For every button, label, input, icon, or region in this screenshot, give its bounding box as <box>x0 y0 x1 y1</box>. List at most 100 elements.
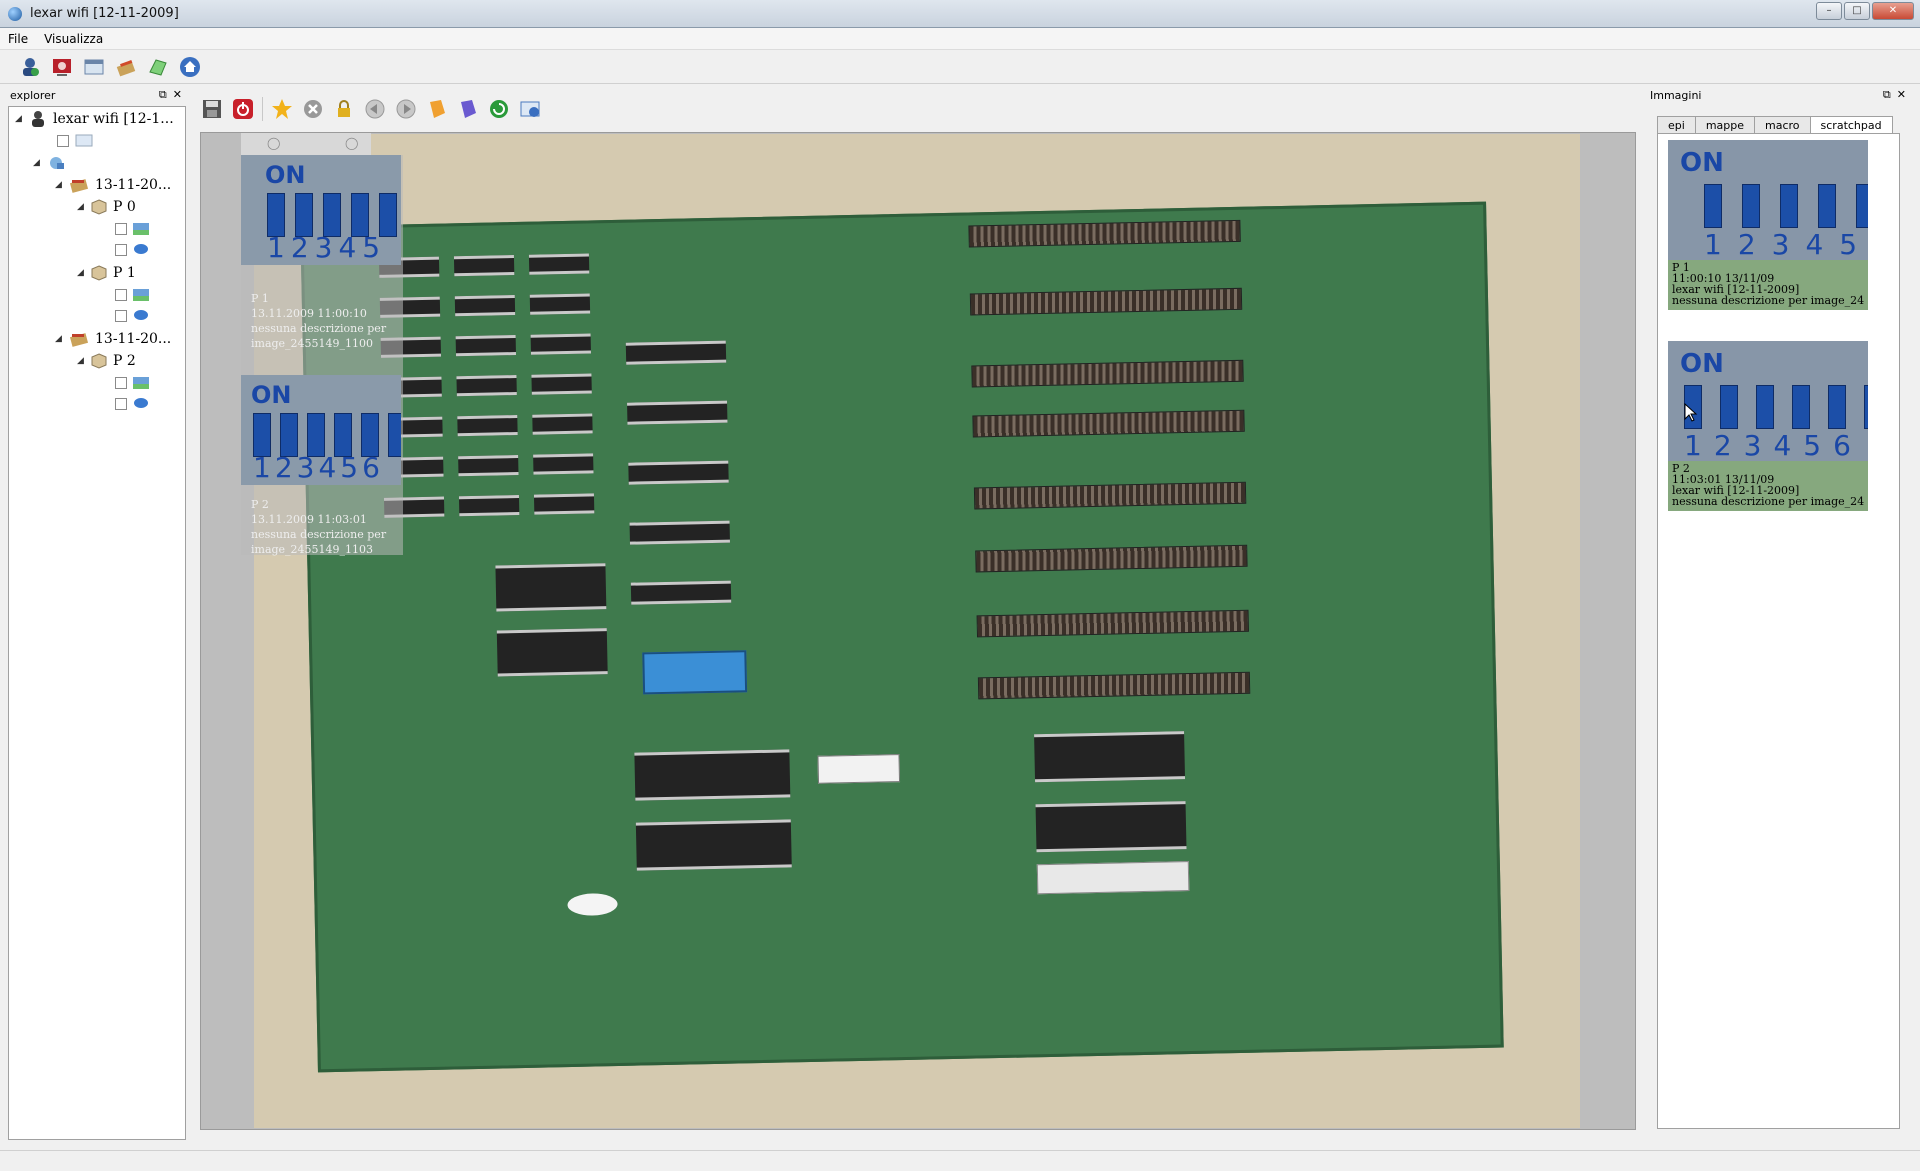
overlay-date: 13.11.2009 11:03:01 <box>251 513 367 526</box>
close-panel-icon[interactable]: ✕ <box>1897 88 1906 102</box>
cancel-icon[interactable] <box>301 97 325 121</box>
tree-item-image[interactable] <box>115 285 149 305</box>
ram-chip <box>456 375 517 397</box>
tree-checkbox[interactable] <box>57 135 69 147</box>
overlay-thumb-p1[interactable]: ON 12345 <box>241 155 401 265</box>
dip-switches <box>1704 184 1868 228</box>
tree-root-label: lexar wifi [12-1... <box>53 111 174 127</box>
tree-item-folder[interactable]: ◢ <box>33 153 65 173</box>
tab-macro[interactable]: macro <box>1754 116 1811 134</box>
tree-item-p0[interactable]: ◢ P 0 <box>77 197 136 217</box>
power-connector <box>1036 861 1190 895</box>
book-icon[interactable] <box>456 97 480 121</box>
explorer-header: explorer ⧉ ✕ <box>8 86 186 104</box>
ram-chip <box>533 453 594 475</box>
tree-checkbox[interactable] <box>115 310 127 322</box>
overlay-thumb-p2[interactable]: ON 123456 <box>241 375 401 485</box>
tree-item-image[interactable] <box>115 373 149 393</box>
overlay-prev-icon[interactable]: ◯ <box>267 136 280 150</box>
immagini-title: Immagini <box>1650 88 1702 102</box>
collapse-triangle-icon[interactable]: ◢ <box>77 202 91 212</box>
close-panel-icon[interactable]: ✕ <box>173 88 182 102</box>
image-card[interactable]: ON 123456 P 2 11:03:01 13/11/09 lexar wi… <box>1668 341 1868 511</box>
card-thumbnail[interactable]: ON 12345 <box>1668 140 1868 260</box>
float-panel-icon[interactable]: ⧉ <box>159 88 167 102</box>
back-icon[interactable] <box>363 97 387 121</box>
logic-chip <box>629 520 730 545</box>
lock-icon[interactable] <box>332 97 356 121</box>
tree-item-note[interactable] <box>57 131 93 151</box>
image-icon <box>133 377 149 389</box>
collapse-triangle-icon[interactable]: ◢ <box>15 114 29 124</box>
window-icon[interactable] <box>82 55 106 79</box>
overlay-date: 13.11.2009 11:00:10 <box>251 307 367 320</box>
tab-mappe[interactable]: mappe <box>1694 116 1756 134</box>
refresh-icon[interactable] <box>487 97 511 121</box>
collapse-triangle-icon[interactable]: ◢ <box>77 268 91 278</box>
tree-item-comment[interactable] <box>115 240 149 260</box>
tree-item-session-1[interactable]: ◢ 13-11-20... <box>55 175 171 195</box>
tree-checkbox[interactable] <box>115 377 127 389</box>
tree-checkbox[interactable] <box>115 244 127 256</box>
image-viewer[interactable]: ◯ ◯ ON 12345 P 1 13.11.2009 11:00:10 nes… <box>200 132 1636 1130</box>
window-controls: – □ ✕ <box>1816 2 1914 20</box>
tab-epi[interactable]: epi <box>1657 116 1696 134</box>
qc-sticker <box>567 893 618 917</box>
note-icon <box>75 134 93 147</box>
menu-file[interactable]: File <box>0 32 36 46</box>
export-icon[interactable] <box>518 97 542 121</box>
forward-icon[interactable] <box>394 97 418 121</box>
dip-switch-block <box>817 754 901 784</box>
image-card[interactable]: ON 12345 P 1 11:00:10 13/11/09 lexar wif… <box>1668 140 1868 310</box>
ram-chip <box>530 333 591 355</box>
comment-icon <box>134 244 148 254</box>
large-chip <box>635 819 792 871</box>
collapse-triangle-icon[interactable]: ◢ <box>33 158 47 168</box>
tree-root[interactable]: ◢ lexar wifi [12-1... <box>15 109 174 129</box>
overlay-next-icon[interactable]: ◯ <box>345 136 358 150</box>
menu-visualizza[interactable]: Visualizza <box>36 32 111 46</box>
tab-scratchpad[interactable]: scratchpad <box>1809 116 1893 134</box>
home-icon[interactable] <box>178 55 202 79</box>
tree-p2-label: P 2 <box>113 353 136 369</box>
tree-p0-label: P 0 <box>113 199 136 215</box>
close-button[interactable]: ✕ <box>1872 2 1914 20</box>
collapse-triangle-icon[interactable]: ◢ <box>55 180 69 190</box>
map-icon[interactable] <box>146 55 170 79</box>
overlay-caption-p1: P 1 13.11.2009 11:00:10 nessuna descrizi… <box>251 291 401 351</box>
ram-chip <box>454 295 516 317</box>
collapse-triangle-icon[interactable]: ◢ <box>77 356 91 366</box>
tree-item-session-2[interactable]: ◢ 13-11-20... <box>55 329 171 349</box>
float-panel-icon[interactable]: ⧉ <box>1883 88 1891 102</box>
maximize-button[interactable]: □ <box>1844 2 1870 20</box>
box-icon <box>91 353 107 369</box>
power-icon[interactable] <box>231 97 255 121</box>
large-chip <box>1034 731 1186 783</box>
edit-icon[interactable] <box>114 55 138 79</box>
comment-icon <box>134 398 148 408</box>
user-icon[interactable] <box>18 55 42 79</box>
bios-label-chip <box>642 650 748 695</box>
collapse-triangle-icon[interactable]: ◢ <box>55 334 69 344</box>
image-icon <box>133 289 149 301</box>
tree-item-image[interactable] <box>115 219 149 239</box>
large-chip <box>495 563 607 612</box>
motherboard-photo[interactable] <box>254 134 1580 1128</box>
camera-icon[interactable] <box>50 55 74 79</box>
tree-item-comment[interactable] <box>115 394 149 414</box>
tree-checkbox[interactable] <box>115 398 127 410</box>
minimize-button[interactable]: – <box>1816 2 1842 20</box>
image-icon <box>133 223 149 235</box>
tree-checkbox[interactable] <box>115 289 127 301</box>
tree-item-p1[interactable]: ◢ P 1 <box>77 263 136 283</box>
card-thumbnail[interactable]: ON 123456 <box>1668 341 1868 461</box>
tag-icon[interactable] <box>425 97 449 121</box>
save-icon[interactable] <box>200 97 224 121</box>
tree-item-comment[interactable] <box>115 306 149 326</box>
tree-checkbox[interactable] <box>115 223 127 235</box>
tree-item-p2[interactable]: ◢ P 2 <box>77 351 136 371</box>
logic-chip <box>625 340 727 365</box>
title-bar: lexar wifi [12-11-2009] – □ ✕ <box>0 0 1920 28</box>
star-icon[interactable] <box>270 97 294 121</box>
viewer-toolbar <box>200 94 542 124</box>
